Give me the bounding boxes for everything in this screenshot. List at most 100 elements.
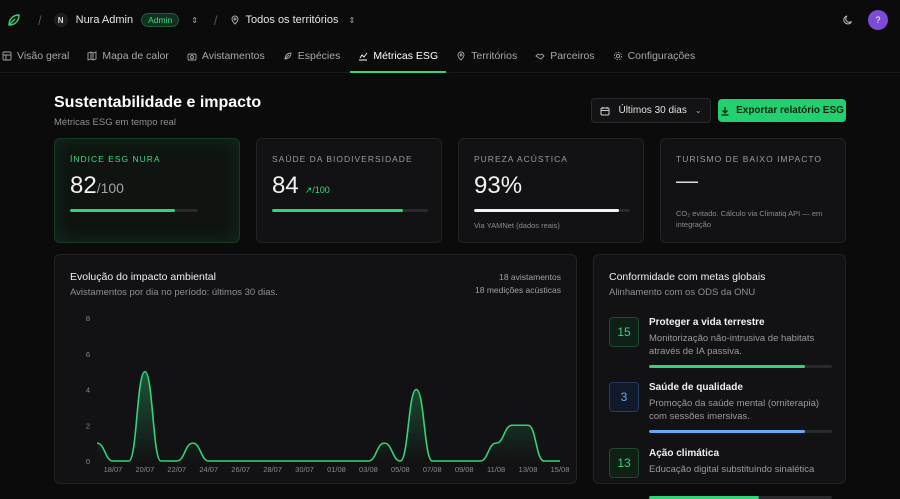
- moon-icon[interactable]: [842, 14, 854, 26]
- territory-switcher[interactable]: Todos os territórios ⇕: [230, 14, 356, 26]
- nav-tab-label: Visão geral: [17, 50, 69, 62]
- date-range-select[interactable]: Últimos 30 dias ⌄: [591, 98, 711, 123]
- nav-tab-label: Territórios: [471, 50, 517, 62]
- user-avatar[interactable]: ?: [868, 10, 888, 30]
- org-name: Nura Admin: [76, 14, 133, 26]
- progress-track: [272, 209, 428, 212]
- top-bar: / N Nura Admin Admin ⇕ / Todos os territ…: [0, 0, 900, 40]
- biodiversity-card: Saúde da biodiversidade 84 ↗/100: [256, 138, 442, 243]
- y-tick-label: 2: [86, 421, 90, 430]
- handshake-icon: [535, 51, 545, 61]
- card-value: 82/100: [70, 172, 224, 200]
- trend-up-icon: ↗/100: [305, 185, 330, 196]
- esg-unit: /100: [97, 180, 124, 196]
- chevron-up-down-icon: ⇕: [191, 16, 198, 25]
- y-tick-label: 4: [86, 386, 90, 395]
- org-switcher[interactable]: N Nura Admin Admin ⇕: [54, 13, 198, 27]
- chevron-up-down-icon: ⇕: [348, 16, 355, 25]
- nav-tab-label: Métricas ESG: [373, 50, 438, 62]
- nav-tab-1[interactable]: Mapa de calor: [79, 40, 177, 72]
- goal-desc: Educação digital substituindo sinalética: [649, 463, 834, 476]
- x-tick-label: 01/08: [327, 465, 346, 474]
- progress-track: [70, 209, 198, 212]
- goal-progress-fill: [649, 430, 805, 433]
- x-tick-label: 28/07: [263, 465, 282, 474]
- goal-number: 13: [609, 448, 639, 478]
- page-subtitle: Métricas ESG em tempo real: [54, 117, 176, 128]
- x-tick-label: 24/07: [199, 465, 218, 474]
- page-title: Sustentabilidade e impacto: [54, 94, 261, 112]
- x-tick-label: 15/08: [551, 465, 570, 474]
- goal-progress-track: [649, 365, 832, 368]
- nav-tab-label: Mapa de calor: [102, 50, 169, 62]
- nav-tab-label: Espécies: [298, 50, 341, 62]
- goal-number: 3: [609, 382, 639, 412]
- esg-value: 82: [70, 172, 97, 200]
- acoustic-card: Pureza acústica 93% Via YAMNet (dados re…: [458, 138, 644, 243]
- impact-area-chart: 0246818/0720/0722/0724/0726/0728/0730/07…: [55, 255, 578, 479]
- card-note: Via YAMNet (dados reais): [474, 220, 628, 231]
- y-tick-label: 0: [86, 457, 90, 466]
- nav-tab-0[interactable]: Visão geral: [0, 40, 77, 72]
- card-label: Turismo de baixo impacto: [676, 154, 830, 164]
- y-tick-label: 8: [86, 314, 90, 323]
- panel-subtitle: Alinhamento com os ODS da ONU: [609, 287, 755, 298]
- export-esg-button[interactable]: Exportar relatório ESG: [718, 99, 846, 122]
- chevron-down-icon: ⌄: [695, 106, 702, 115]
- goal-number: 15: [609, 317, 639, 347]
- breadcrumb-separator: /: [38, 13, 42, 28]
- bird-logo-icon[interactable]: [6, 12, 22, 28]
- progress-track: [474, 209, 630, 212]
- card-label: Saúde da biodiversidade: [272, 154, 426, 164]
- territory-name: Todos os territórios: [246, 14, 339, 26]
- calendar-icon: [600, 106, 610, 116]
- date-range-label: Últimos 30 dias: [618, 105, 686, 116]
- nav-tab-label: Configurações: [628, 50, 696, 62]
- goal-desc: Monitorização não-intrusiva de habitats …: [649, 332, 834, 358]
- nav-tab-label: Parceiros: [550, 50, 594, 62]
- nav-tab-7[interactable]: Configurações: [605, 40, 704, 72]
- esg-progress-fill: [70, 209, 175, 212]
- nav-tab-5[interactable]: Territórios: [448, 40, 525, 72]
- goal-title: Proteger a vida terrestre: [649, 317, 765, 328]
- leaf-icon: [283, 51, 293, 61]
- goal-progress-track: [649, 430, 832, 433]
- pin-icon: [456, 51, 466, 61]
- chart-icon: [358, 51, 368, 61]
- bio-value: 84: [272, 172, 299, 200]
- bio-trend: /100: [312, 185, 330, 195]
- org-avatar: N: [54, 13, 68, 27]
- card-label: Pureza acústica: [474, 154, 628, 164]
- x-tick-label: 09/08: [455, 465, 474, 474]
- card-value: —: [676, 168, 830, 194]
- main-nav: Visão geral Mapa de calor Avistamentos Espé…: [0, 40, 900, 73]
- x-tick-label: 26/07: [231, 465, 250, 474]
- x-tick-label: 05/08: [391, 465, 410, 474]
- x-tick-label: 11/08: [487, 465, 505, 474]
- nav-tab-label: Avistamentos: [202, 50, 265, 62]
- goal-title: Ação climática: [649, 448, 719, 459]
- nav-tab-4[interactable]: Métricas ESG: [350, 40, 446, 72]
- card-label: Índice ESG Nura: [70, 154, 224, 164]
- pin-icon: [230, 15, 240, 25]
- map-icon: [87, 51, 97, 61]
- breadcrumb-separator: /: [214, 13, 218, 28]
- card-value: 84 ↗/100: [272, 172, 426, 200]
- dashboard-icon: [2, 51, 12, 61]
- top-right-actions: ?: [842, 10, 888, 30]
- gear-icon: [613, 51, 623, 61]
- x-tick-label: 03/08: [359, 465, 378, 474]
- card-value: 93%: [474, 172, 628, 200]
- x-tick-label: 20/07: [136, 465, 155, 474]
- esg-index-card: Índice ESG Nura 82/100: [54, 138, 240, 243]
- nav-tab-2[interactable]: Avistamentos: [179, 40, 273, 72]
- tourism-card: Turismo de baixo impacto — CO₂ evitado. …: [660, 138, 846, 243]
- x-tick-label: 13/08: [519, 465, 538, 474]
- panel-title: Conformidade com metas globais: [609, 271, 765, 283]
- goal-title: Saúde de qualidade: [649, 382, 743, 393]
- nav-tab-3[interactable]: Espécies: [275, 40, 349, 72]
- nav-tab-6[interactable]: Parceiros: [527, 40, 602, 72]
- card-note: CO₂ evitado. Cálculo via Climatiq API — …: [676, 208, 830, 230]
- camera-icon: [187, 51, 197, 61]
- acoustic-progress-fill: [474, 209, 619, 212]
